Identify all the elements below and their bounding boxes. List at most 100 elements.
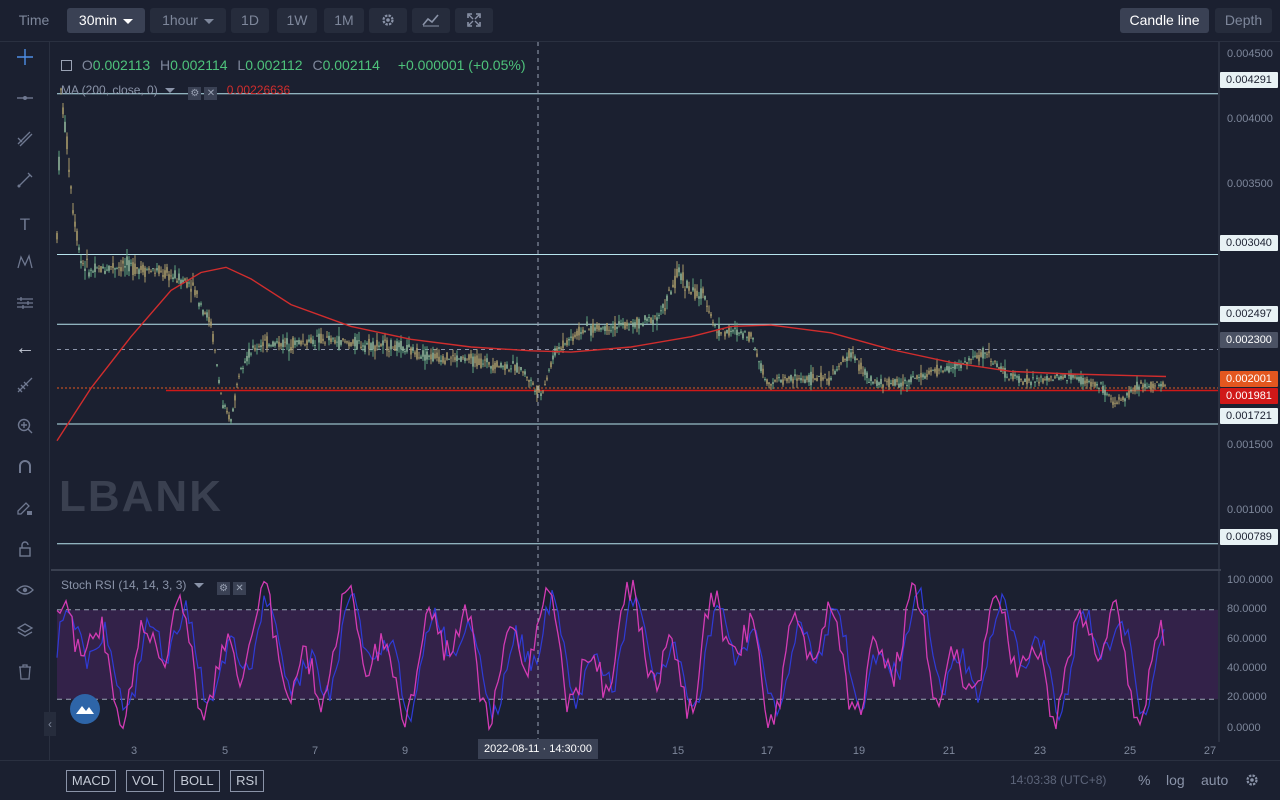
candle-body [708,311,710,313]
pen-icon[interactable] [12,171,38,197]
candle-body [734,327,736,329]
fullscreen-button[interactable] [455,8,493,33]
candle-body [886,381,888,383]
indicator-chart-icon [422,14,439,27]
rsi-button[interactable]: RSI [230,770,264,792]
candle-body [926,373,928,377]
macd-button[interactable]: MACD [66,770,116,792]
settings-button[interactable] [369,8,407,33]
candle-body [1082,377,1084,385]
eye-icon[interactable] [12,581,38,607]
pattern-icon[interactable] [12,253,38,279]
candle-body [158,266,160,274]
candle-body [830,377,832,380]
depth-button[interactable]: Depth [1215,8,1272,33]
crosshair-icon[interactable] [12,48,38,74]
chart-settings-button[interactable] [1244,772,1260,791]
candle-body [216,364,218,366]
auto-scale-toggle[interactable]: auto [1201,772,1228,788]
candle-body [100,266,102,273]
lock-icon[interactable] [12,540,38,566]
zoom-in-icon[interactable] [12,417,38,443]
candle-body [208,316,210,323]
open-value: 0.002113 [92,57,151,73]
chevron-down-icon[interactable] [193,583,204,589]
candle-body [1006,376,1008,378]
candle-body [586,321,588,327]
candle-body [882,384,884,388]
candle-body [880,378,882,385]
candle-body [452,355,454,357]
chevron-down-icon[interactable] [165,88,176,94]
interval-dropdown[interactable]: 30min [67,8,145,33]
candle-body [378,345,380,347]
candle-body [944,369,946,371]
candle-body [468,354,470,360]
candle-body [778,377,780,379]
pencil-lock-icon[interactable] [12,499,38,525]
candle-body [96,267,98,269]
arrow-left-icon[interactable]: ← [12,335,38,361]
candle-body [750,332,752,337]
candle-body [876,380,878,386]
close-small-icon[interactable]: ✕ [204,87,218,100]
candle-body [418,357,420,359]
magnet-icon[interactable] [12,458,38,484]
ruler-icon[interactable] [12,294,38,320]
candle-body [428,355,430,358]
collapse-toolbar-button[interactable]: ‹ [44,712,56,736]
fib-icon[interactable] [12,376,38,402]
candle-body [698,296,700,299]
collapse-box-icon[interactable] [61,60,72,71]
interval-1w-button[interactable]: 1W [277,8,317,33]
time-button[interactable]: Time [8,8,60,33]
vol-button[interactable]: VOL [126,770,164,792]
candle-body [1154,385,1156,387]
candle-body [576,330,578,336]
candle-body [344,341,346,343]
multi-line-icon[interactable] [12,130,38,156]
candle-body [840,362,842,364]
candle-body [794,374,796,377]
candle-line-button[interactable]: Candle line [1120,8,1209,33]
settings-small-icon[interactable]: ⚙ [217,582,231,595]
candle-body [506,364,508,369]
price-tick: 0.003500 [1227,178,1273,190]
candle-body [390,340,392,350]
candle-body [1114,402,1116,404]
chevron-down-icon [203,18,214,24]
interval-1d-button[interactable]: 1D [231,8,269,33]
interval-1m-button[interactable]: 1M [324,8,364,33]
rsi-tick: 100.0000 [1227,574,1273,586]
candle-body [496,361,498,367]
boll-button[interactable]: BOLL [174,770,220,792]
candle-body [580,332,582,334]
hour-dropdown[interactable]: 1hour [150,8,226,33]
candle-body [234,395,236,401]
candle-body [918,377,920,379]
candle-body [144,267,146,277]
chart-panel[interactable]: LBANK O0.002113 H0.002114 L0.002112 C0.0… [51,42,1280,760]
candle-body [164,270,166,278]
candle-body [1014,374,1016,377]
close-small-icon[interactable]: ✕ [233,582,247,595]
candle-body [670,291,672,295]
horizontal-line-icon[interactable] [12,89,38,115]
candle-body [140,265,142,270]
candle-body [772,382,774,384]
indicators-button[interactable] [412,8,450,33]
candle-body [404,351,406,353]
candle-body [842,356,844,363]
candle-body [396,341,398,351]
trash-icon[interactable] [12,663,38,689]
settings-small-icon[interactable]: ⚙ [188,87,202,100]
percent-scale-toggle[interactable]: % [1138,772,1150,788]
price-chart[interactable] [51,42,1280,760]
layers-icon[interactable] [12,622,38,648]
candle-body [408,344,410,347]
candle-body [64,121,66,132]
text-icon[interactable]: T [12,212,38,238]
candle-body [492,364,494,371]
log-scale-toggle[interactable]: log [1166,772,1185,788]
candle-body [202,310,204,315]
